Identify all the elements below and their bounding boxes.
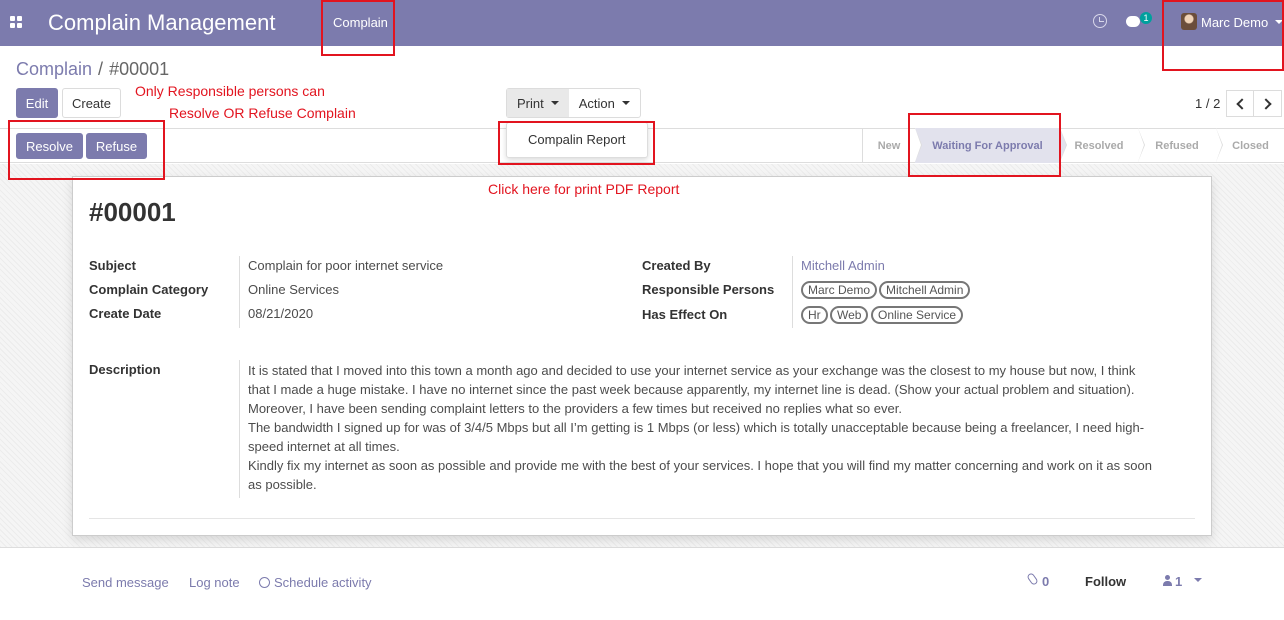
send-message-button[interactable]: Send message xyxy=(82,575,169,590)
stage-closed[interactable]: Closed xyxy=(1216,128,1284,163)
action-dropdown[interactable]: Action xyxy=(569,89,640,117)
created-by-link[interactable]: Mitchell Admin xyxy=(801,258,885,273)
chevron-left-icon xyxy=(1235,97,1248,110)
created-by-label: Created By xyxy=(642,258,711,273)
description-paragraph: Moreover, I have been sending complaint … xyxy=(248,401,902,416)
description-paragraph: The bandwidth I signed up for was of 3/4… xyxy=(248,420,1145,454)
create-button[interactable]: Create xyxy=(62,88,121,118)
sidebar-actions: Print Action xyxy=(506,88,641,118)
annotation-text-responsible: Only Responsible persons can xyxy=(135,83,325,99)
annotation-text-print: Click here for print PDF Report xyxy=(488,181,680,197)
responsible-tag[interactable]: Mitchell Admin xyxy=(879,281,971,299)
create-date-label: Create Date xyxy=(89,306,162,321)
subject-label: Subject xyxy=(89,258,136,273)
schedule-activity-button[interactable]: Schedule activity xyxy=(259,575,372,590)
messages-count-badge: 1 xyxy=(1140,12,1152,24)
annotation-box-print-report xyxy=(498,121,655,165)
category-value: Online Services xyxy=(248,282,340,297)
chevron-down-icon xyxy=(621,101,630,105)
followers-caret-icon[interactable] xyxy=(1194,578,1202,582)
schedule-activity-label: Schedule activity xyxy=(274,575,372,590)
attachment-count[interactable]: 0 xyxy=(1042,574,1049,589)
effect-tag[interactable]: Online Service xyxy=(871,306,964,324)
stage-resolved[interactable]: Resolved xyxy=(1060,128,1145,163)
activity-clock-icon[interactable] xyxy=(1093,14,1107,28)
chevron-right-icon xyxy=(1260,97,1272,110)
pager-value[interactable]: 1 / 2 xyxy=(1195,96,1220,111)
breadcrumb-current: #00001 xyxy=(109,59,170,79)
responsible-tag[interactable]: Marc Demo xyxy=(801,281,878,299)
annotation-box-resolve-refuse xyxy=(8,120,165,180)
category-label: Complain Category xyxy=(89,282,209,297)
field-divider xyxy=(239,360,240,498)
messages-icon[interactable] xyxy=(1126,16,1140,27)
edit-button[interactable]: Edit xyxy=(16,88,58,118)
effect-tag[interactable]: Web xyxy=(830,306,869,324)
print-label: Print xyxy=(517,95,544,111)
has-effect-on-label: Has Effect On xyxy=(642,307,728,322)
clock-icon xyxy=(259,577,270,588)
subject-value: Complain for poor internet service xyxy=(248,258,444,273)
chevron-down-icon xyxy=(550,101,559,105)
log-note-button[interactable]: Log note xyxy=(189,575,240,590)
annotation-text-responsible: Resolve OR Refuse Complain xyxy=(169,105,356,121)
breadcrumb: Complain / #00001 xyxy=(16,59,169,80)
field-divider xyxy=(792,256,793,328)
followers-icon[interactable] xyxy=(1163,575,1172,586)
followers-count[interactable]: 1 xyxy=(1175,574,1182,589)
annotation-box-user-menu xyxy=(1162,0,1284,71)
annotation-box-complain-menu xyxy=(321,0,395,56)
description-paragraph: Kindly fix my internet as soon as possib… xyxy=(248,458,1152,492)
print-dropdown[interactable]: Print xyxy=(507,89,569,117)
description-value: It is stated that I moved into this town… xyxy=(248,361,1158,494)
create-date-value: 08/21/2020 xyxy=(248,306,314,321)
breadcrumb-separator: / xyxy=(98,59,104,79)
action-label: Action xyxy=(578,95,615,111)
description-paragraph: It is stated that I moved into this town… xyxy=(248,363,1136,397)
top-navbar: Complain Management Complain 1 Marc Demo xyxy=(0,0,1284,46)
pager-previous-button[interactable] xyxy=(1226,90,1254,117)
pager-next-button[interactable] xyxy=(1254,90,1282,117)
breadcrumb-parent[interactable]: Complain xyxy=(16,59,92,79)
stage-refused[interactable]: Refused xyxy=(1138,128,1223,163)
apps-menu-icon[interactable] xyxy=(10,16,22,28)
follow-button[interactable]: Follow xyxy=(1085,574,1126,589)
sheet-divider xyxy=(89,518,1195,519)
description-label: Description xyxy=(89,362,161,377)
effect-tag[interactable]: Hr xyxy=(801,306,828,324)
field-divider xyxy=(239,256,240,328)
responsible-label: Responsible Persons xyxy=(642,282,775,297)
annotation-box-stage xyxy=(908,113,1061,177)
record-title: #00001 xyxy=(89,197,176,227)
paperclip-icon[interactable] xyxy=(1026,572,1039,586)
app-title[interactable]: Complain Management xyxy=(48,10,275,36)
